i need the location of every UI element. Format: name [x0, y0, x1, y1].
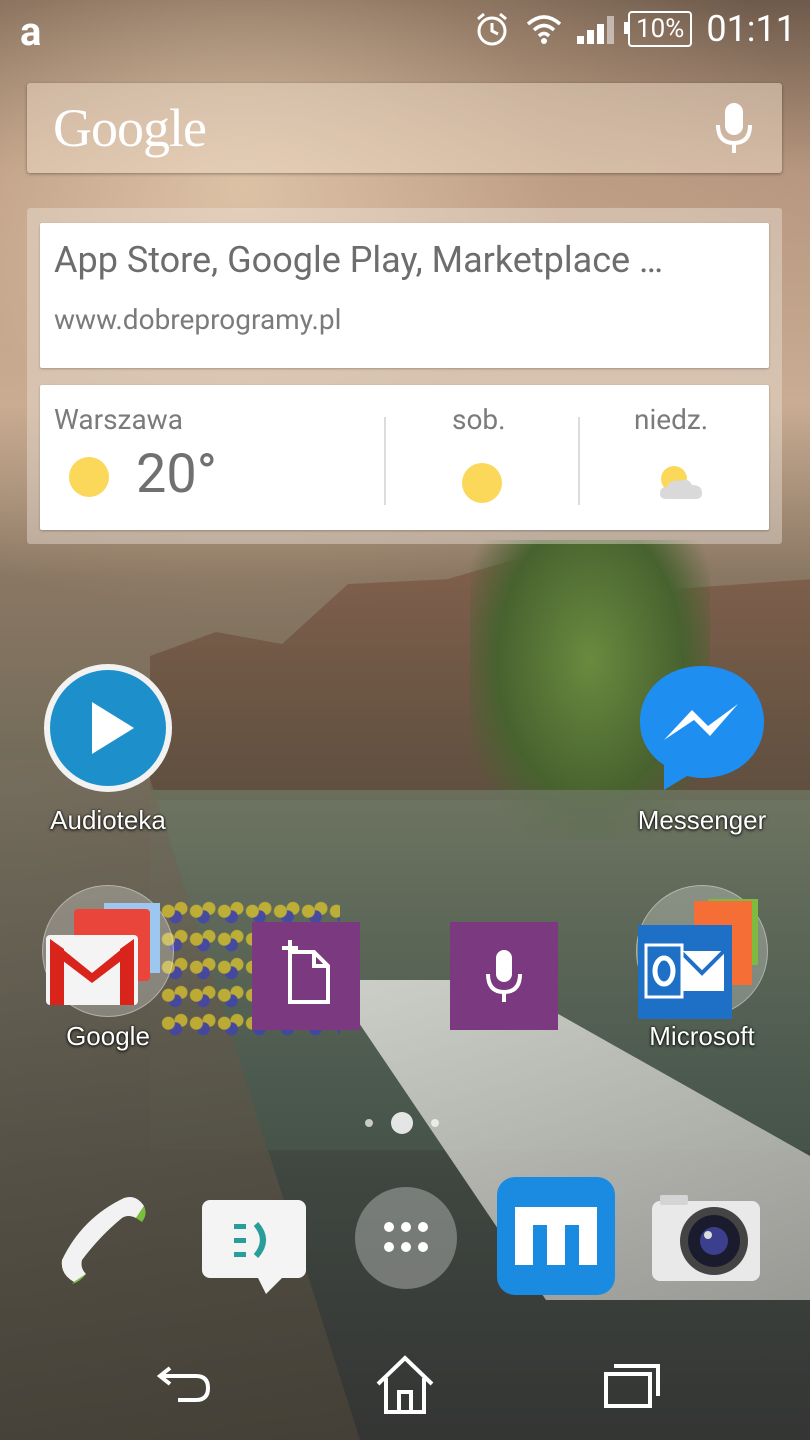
folder-icon — [42, 885, 174, 1017]
folder-microsoft[interactable]: Microsoft — [632, 885, 772, 1052]
sun-icon — [462, 463, 502, 503]
status-bar: a 10% 01:11 — [0, 0, 810, 58]
recent-apps-icon[interactable] — [598, 1350, 668, 1420]
weather-day-saturday: sob. — [452, 403, 506, 436]
phone-icon[interactable] — [52, 1188, 152, 1288]
mic-icon[interactable] — [714, 101, 754, 155]
google-now-widget: App Store, Google Play, Marketplace … ww… — [27, 208, 782, 544]
battery-indicator: 10% — [624, 11, 693, 47]
weather-city: Warszawa — [54, 403, 183, 436]
signal-icon — [577, 14, 615, 44]
app-drawer-button[interactable] — [355, 1187, 457, 1289]
messaging-icon[interactable] — [198, 1196, 310, 1296]
app-audioteka[interactable]: Audioteka — [38, 662, 178, 836]
google-search-bar[interactable]: Google — [27, 83, 782, 173]
new-document-icon — [282, 940, 330, 1004]
divider — [578, 417, 580, 505]
google-logo: Google — [53, 98, 207, 158]
maxthon-browser-icon[interactable] — [495, 1175, 617, 1297]
app-messenger[interactable]: Messenger — [632, 662, 772, 836]
folder-icon — [636, 885, 768, 1019]
folder-label: Google — [66, 1021, 150, 1051]
app-label: Audioteka — [50, 805, 166, 835]
weather-temp: 20° — [136, 443, 217, 506]
partly-cloudy-icon — [660, 466, 702, 499]
app-label: Messenger — [637, 805, 767, 835]
page-indicator — [365, 1112, 439, 1134]
link-card[interactable]: App Store, Google Play, Marketplace … ww… — [40, 223, 769, 368]
folder-google[interactable]: Google — [38, 885, 178, 1052]
divider — [384, 417, 386, 505]
audioteka-icon — [44, 664, 172, 792]
page-dot — [365, 1119, 373, 1127]
clock: 01:11 — [706, 8, 796, 50]
navigation-bar — [0, 1330, 810, 1440]
page-dot — [431, 1119, 439, 1127]
app-logo: a — [20, 8, 42, 55]
weather-card[interactable]: Warszawa 20° sob. niedz. — [40, 385, 769, 530]
alarm-icon — [477, 12, 508, 46]
messenger-icon — [640, 666, 764, 790]
wifi-icon — [526, 15, 562, 44]
page-dot-active — [391, 1112, 413, 1134]
link-title: App Store, Google Play, Marketplace … — [54, 239, 664, 281]
home-icon[interactable] — [370, 1350, 440, 1420]
folder-label: Microsoft — [649, 1021, 755, 1051]
back-icon[interactable] — [148, 1350, 218, 1420]
camera-icon[interactable] — [650, 1193, 762, 1283]
weather-day-sunday: niedz. — [634, 403, 709, 436]
new-note-widget[interactable] — [252, 922, 360, 1030]
mic-icon — [486, 950, 522, 1002]
sun-icon — [69, 457, 109, 497]
link-url: www.dobreprogramy.pl — [54, 303, 342, 336]
outlook-icon — [638, 925, 732, 1019]
gmail-icon — [46, 935, 138, 1005]
voice-note-widget[interactable] — [450, 922, 558, 1030]
apps-grid-icon — [384, 1222, 428, 1252]
